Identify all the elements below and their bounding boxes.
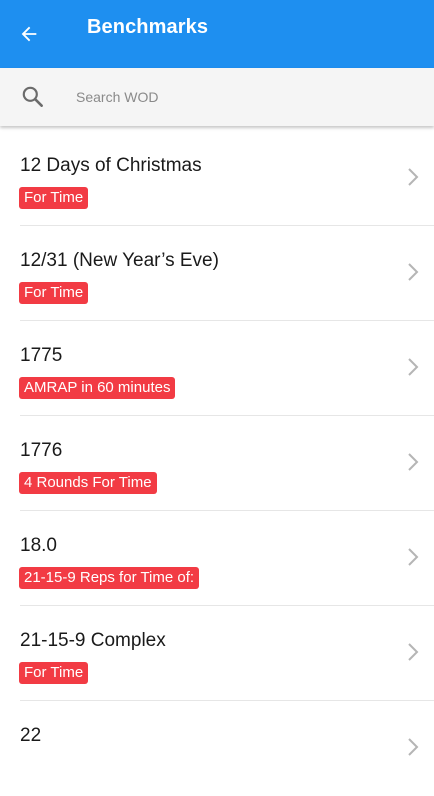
workout-name: 12 Days of Christmas [20, 155, 202, 176]
workout-type-badge: For Time [19, 282, 89, 304]
workout-name: 22 [20, 725, 42, 746]
workout-name: 21-15-9 Complex [20, 630, 166, 651]
page-title: Benchmarks [87, 16, 209, 38]
list-item[interactable]: 21-15-9 Complex For Time [0, 606, 434, 701]
app-bar: Benchmarks [0, 0, 434, 68]
chevron-right-icon [408, 453, 419, 471]
chevron-right-icon [408, 738, 419, 756]
workout-type-badge: 21-15-9 Reps for Time of: [19, 567, 200, 589]
list-item[interactable]: 1776 4 Rounds For Time [0, 416, 434, 511]
workout-list: 12 Days of Christmas For Time 12/31 (New… [0, 131, 434, 796]
workout-type-badge: AMRAP in 60 minutes [19, 377, 176, 399]
workout-type-badge: For Time [19, 662, 89, 684]
search-bar [0, 68, 434, 126]
chevron-right-icon [408, 548, 419, 566]
workout-name: 18.0 [20, 535, 57, 556]
search-input[interactable] [76, 85, 406, 109]
search-icon[interactable] [20, 84, 46, 110]
workout-name: 1775 [20, 345, 63, 366]
list-item[interactable]: 12 Days of Christmas For Time [0, 131, 434, 226]
list-item[interactable]: 18.0 21-15-9 Reps for Time of: [0, 511, 434, 606]
chevron-right-icon [408, 168, 419, 186]
workout-name: 12/31 (New Year’s Eve) [20, 250, 219, 271]
back-button[interactable] [10, 15, 48, 53]
chevron-right-icon [408, 358, 419, 376]
workout-type-badge: 4 Rounds For Time [19, 472, 157, 494]
list-item[interactable]: 12/31 (New Year’s Eve) For Time [0, 226, 434, 321]
list-item[interactable]: 22 [0, 701, 434, 796]
workout-name: 1776 [20, 440, 63, 461]
arrow-left-icon [21, 26, 37, 42]
chevron-right-icon [408, 263, 419, 281]
list-item[interactable]: 1775 AMRAP in 60 minutes [0, 321, 434, 416]
workout-type-badge: For Time [19, 187, 89, 209]
chevron-right-icon [408, 643, 419, 661]
